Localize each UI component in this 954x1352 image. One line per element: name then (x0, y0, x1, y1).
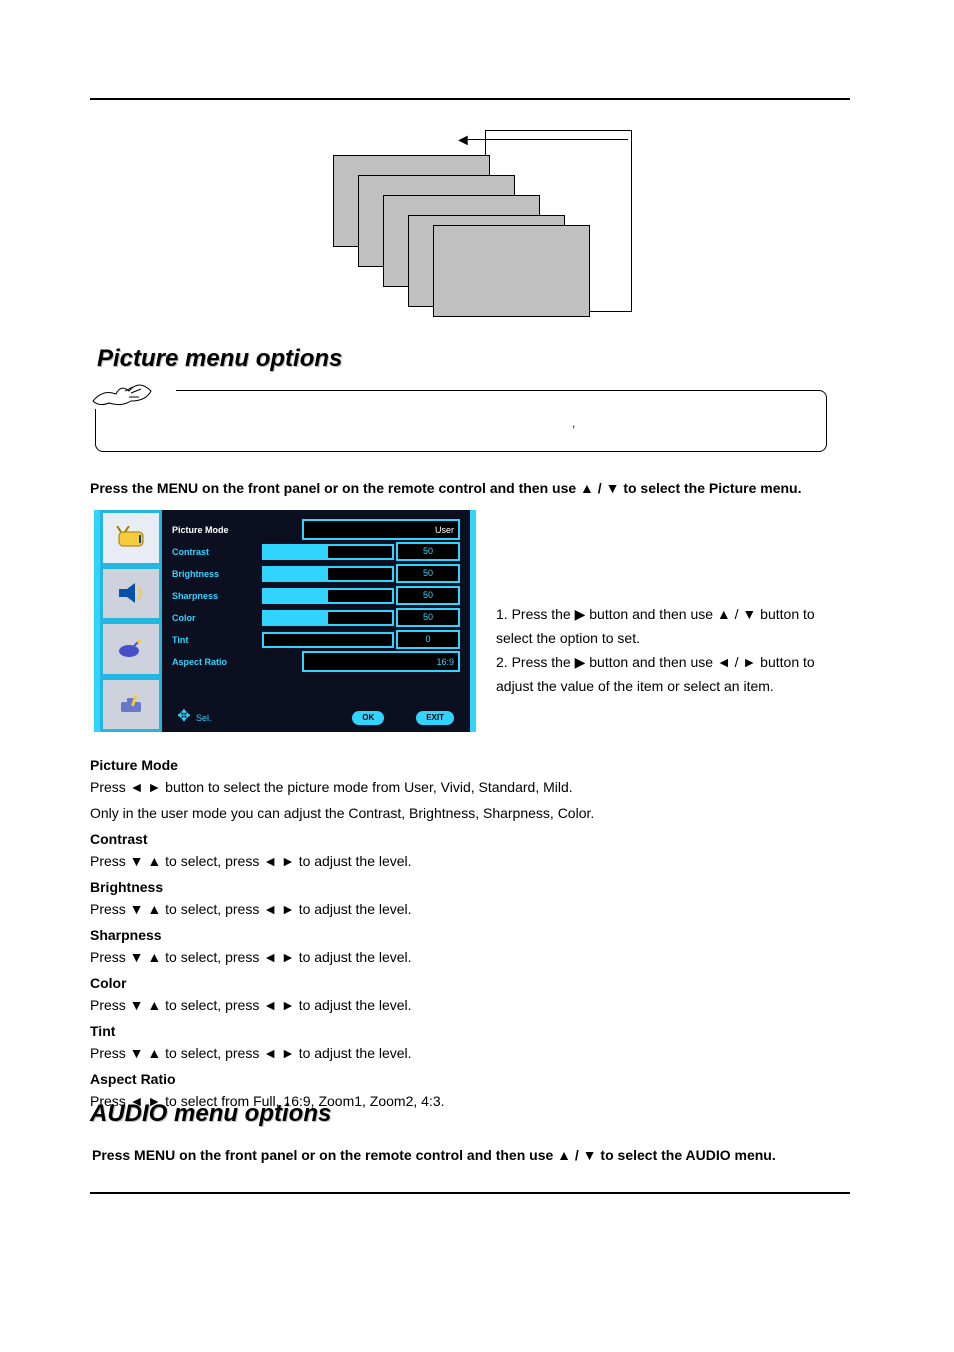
osd-slider[interactable]: 50 (262, 543, 460, 560)
osd-bottom-sel: Sel. (196, 713, 212, 723)
speaker-icon (115, 581, 147, 605)
instruction-audio-press: Press MENU on the front panel or on the … (92, 1147, 776, 1163)
opt-title-tint: Tint (90, 1020, 594, 1042)
top-rule (90, 98, 850, 100)
opt-desc-contrast: Press ▼ ▲ to select, press ◄ ► to adjust… (90, 850, 594, 872)
osd-tab-audio[interactable] (100, 566, 162, 622)
side-step-1b: select the option to set. (496, 626, 836, 650)
side-instructions: 1. Press the ▶ button and then use ▲ / ▼… (496, 510, 836, 698)
opt-desc-color: Press ▼ ▲ to select, press ◄ ► to adjust… (90, 994, 594, 1016)
side-step-2a: 2. Press the ▶ button and then use ◄ / ►… (496, 650, 836, 674)
diagram-line (468, 139, 628, 140)
osd-label: Brightness (172, 569, 262, 579)
opt-title-sharpness: Sharpness (90, 924, 594, 946)
instruction-picture-press: Press the MENU on the front panel or on … (90, 480, 801, 496)
osd-slider[interactable]: 0 (262, 631, 460, 648)
diagram-rect-5 (433, 225, 590, 317)
osd-row-color[interactable]: Color 50 (172, 608, 460, 627)
osd-tab-column (100, 510, 162, 732)
osd-slider-value: 50 (396, 586, 460, 605)
opt-desc-picture-mode: Press ◄ ► button to select the picture m… (90, 776, 594, 798)
osd-panel: Picture Mode User Contrast 50 Brightness (94, 510, 476, 732)
osd-tab-setup[interactable] (100, 677, 162, 733)
heading-audio-menu: AUDIO menu options (90, 1100, 331, 1128)
dish-icon (115, 637, 147, 661)
opt-title-brightness: Brightness (90, 876, 594, 898)
opt-title-contrast: Contrast (90, 828, 594, 850)
osd-label: Contrast (172, 547, 262, 557)
osd-row-picture-mode[interactable]: Picture Mode User (172, 520, 460, 539)
osd-value: 16:9 (302, 651, 460, 672)
heading-picture-menu: Picture menu options (97, 345, 342, 373)
opt-desc-brightness: Press ▼ ▲ to select, press ◄ ► to adjust… (90, 898, 594, 920)
opt-desc-tint: Press ▼ ▲ to select, press ◄ ► to adjust… (90, 1042, 594, 1064)
osd-row-contrast[interactable]: Contrast 50 (172, 542, 460, 561)
osd-row-sharpness[interactable]: Sharpness 50 (172, 586, 460, 605)
osd-ok-button[interactable]: OK (352, 711, 384, 725)
osd-row-brightness[interactable]: Brightness 50 (172, 564, 460, 583)
osd-tab-picture[interactable] (100, 510, 162, 566)
osd-bottom-hint: ✥ Sel. OK EXIT (162, 708, 470, 728)
diagram-arrow-left-icon: ◄ (455, 132, 471, 150)
opt-desc-sharpness: Press ▼ ▲ to select, press ◄ ► to adjust… (90, 946, 594, 968)
osd-label: Picture Mode (172, 525, 262, 535)
osd-slider-value: 50 (396, 564, 460, 583)
opt-title-picture-mode: Picture Mode (90, 754, 594, 776)
note-box: , (95, 390, 827, 452)
osd-slider[interactable]: 50 (262, 609, 460, 626)
osd-tab-channel[interactable] (100, 621, 162, 677)
osd-label: Sharpness (172, 591, 262, 601)
option-descriptions: Picture Mode Press ◄ ► button to select … (90, 750, 594, 1116)
osd-row-tint[interactable]: Tint 0 (172, 630, 460, 649)
hand-pointing-icon (91, 379, 171, 409)
osd-value: User (302, 519, 460, 540)
osd-label: Tint (172, 635, 262, 645)
opt-title-color: Color (90, 972, 594, 994)
osd-slider[interactable]: 50 (262, 587, 460, 604)
bottom-rule (90, 1192, 850, 1194)
osd-slider-value: 50 (396, 542, 460, 561)
osd-row-aspect-ratio[interactable]: Aspect Ratio 16:9 (172, 652, 460, 671)
osd-label: Aspect Ratio (172, 657, 262, 667)
opt-title-aspect-ratio: Aspect Ratio (90, 1068, 594, 1090)
toolbox-icon (115, 692, 147, 716)
opt-note-picture-mode: Only in the user mode you can adjust the… (90, 802, 594, 824)
osd-slider-value: 0 (396, 630, 460, 649)
side-step-2b: adjust the value of the item or select a… (496, 674, 836, 698)
tv-icon (115, 526, 147, 550)
nav-arrows-icon: ✥ (176, 710, 192, 726)
osd-slider-value: 50 (396, 608, 460, 627)
side-step-1a: 1. Press the ▶ button and then use ▲ / ▼… (496, 602, 836, 626)
osd-label: Color (172, 613, 262, 623)
note-text: , (572, 416, 575, 430)
osd-slider[interactable]: 50 (262, 565, 460, 582)
osd-body: Picture Mode User Contrast 50 Brightness (162, 510, 470, 732)
osd-exit-button[interactable]: EXIT (416, 711, 454, 725)
